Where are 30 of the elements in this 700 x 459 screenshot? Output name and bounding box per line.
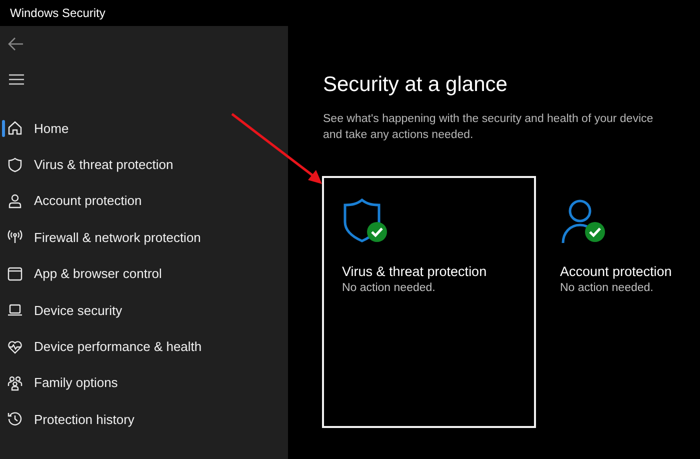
status-card[interactable]: Virus & threat protection No action needed. bbox=[322, 176, 536, 428]
heart-icon bbox=[7, 338, 23, 355]
person-check-icon bbox=[560, 198, 606, 244]
page-heading: Security at a glance bbox=[323, 73, 508, 97]
window-title: Windows Security bbox=[10, 6, 106, 20]
card-title: Virus & threat protection bbox=[342, 264, 488, 279]
nav-item[interactable]: Family options bbox=[0, 364, 288, 402]
window-icon bbox=[7, 266, 23, 282]
nav-item[interactable]: Device performance & health bbox=[0, 328, 288, 365]
shield-check-icon bbox=[342, 198, 388, 244]
status-card[interactable]: Account protection No action needed. bbox=[540, 176, 700, 428]
shield-icon bbox=[7, 156, 23, 173]
nav-item[interactable]: Protection history bbox=[0, 401, 288, 438]
antenna-icon bbox=[7, 229, 23, 246]
person-icon bbox=[7, 192, 23, 209]
page-description: See what's happening with the security and health of your device and take any actions needed. bbox=[323, 112, 654, 143]
nav-item[interactable]: Account protection bbox=[0, 182, 288, 220]
back-arrow-icon[interactable] bbox=[8, 37, 24, 51]
menu-icon[interactable] bbox=[9, 74, 24, 85]
nav-item[interactable]: App & browser control bbox=[0, 256, 288, 292]
nav-item[interactable]: Firewall & network protection bbox=[0, 219, 288, 256]
card-status: No action needed. bbox=[342, 282, 436, 294]
history-icon bbox=[7, 411, 23, 428]
card-status: No action needed. bbox=[560, 282, 654, 294]
card-title: Account protection bbox=[560, 264, 673, 279]
home-icon bbox=[7, 120, 23, 136]
laptop-icon bbox=[7, 302, 23, 318]
nav-item[interactable]: Device security bbox=[0, 292, 288, 328]
people-icon bbox=[7, 374, 23, 391]
nav-item[interactable]: Virus & threat protection bbox=[0, 146, 288, 183]
